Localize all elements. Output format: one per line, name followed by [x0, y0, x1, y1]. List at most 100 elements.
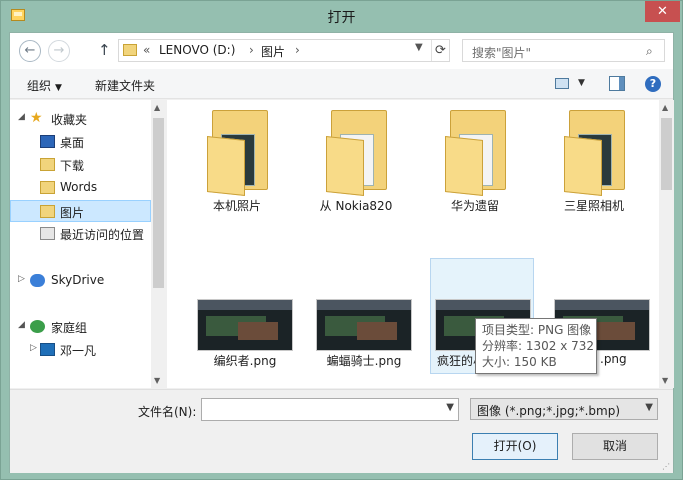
sidebar-label: 桌面: [60, 136, 85, 150]
sidebar-label: 家庭组: [51, 321, 88, 335]
folder-front: [207, 136, 245, 196]
history-dropdown-icon[interactable]: ▼: [415, 42, 423, 53]
dialog-footer: 文件名(N): ▼ 图像 (*.png;*.jpg;*.bmp) ▼ 打开(O)…: [10, 389, 673, 473]
sidebar-label: 图片: [60, 206, 85, 220]
breadcrumb-separator[interactable]: ›: [295, 43, 300, 57]
folder-icon: [40, 205, 55, 218]
folder-label: 三星照相机: [563, 199, 624, 213]
sidebar-item-homegroup[interactable]: ◢ 家庭组: [10, 316, 151, 338]
title-bar: 打开 ✕: [1, 1, 682, 32]
scroll-down-icon[interactable]: ▼: [662, 376, 668, 385]
open-button[interactable]: 打开(O): [472, 433, 558, 460]
sidebar-item-pictures[interactable]: 图片: [10, 200, 151, 222]
scroll-down-icon[interactable]: ▼: [154, 376, 160, 385]
chevron-down-icon: ▼: [55, 83, 62, 93]
search-icon[interactable]: ⌕: [646, 44, 653, 59]
sidebar-label: Words: [60, 180, 98, 194]
homegroup-icon: [30, 320, 45, 333]
overflow-chevron[interactable]: «: [143, 43, 150, 57]
refresh-icon[interactable]: ⟳: [431, 40, 449, 61]
file-info-tooltip: 项目类型: PNG 图像 分辨率: 1302 x 732 大小: 150 KB: [475, 318, 597, 374]
folder-label: 华为遗留: [450, 199, 499, 213]
window-title: 打开: [327, 10, 356, 26]
sidebar-label: 最近访问的位置: [60, 228, 145, 242]
new-folder-button[interactable]: 新建文件夹: [95, 77, 155, 94]
expand-arrow-icon[interactable]: ▷: [30, 343, 37, 353]
breadcrumb-pictures[interactable]: 图片: [261, 43, 285, 60]
organize-menu[interactable]: 组织 ▼: [27, 77, 62, 94]
address-bar[interactable]: « LENOVO (D:) › 图片 › ▼ ⟳: [118, 39, 450, 62]
sidebar-item-user[interactable]: ▷ 邓一凡: [10, 339, 151, 361]
resize-grip-icon[interactable]: ⋰: [662, 462, 670, 471]
close-button[interactable]: ✕: [645, 1, 680, 22]
recent-places-icon: [40, 227, 55, 240]
sidebar-label: 邓一凡: [60, 344, 97, 358]
desktop-icon: [40, 135, 55, 148]
search-placeholder: 搜索"图片": [472, 46, 532, 60]
navigation-bar: ← → ↑ « LENOVO (D:) › 图片 › ▼ ⟳ 搜索"图片" ⌕: [10, 33, 673, 69]
cancel-button[interactable]: 取消: [572, 433, 658, 460]
folder-front: [326, 136, 364, 196]
sidebar-item-skydrive[interactable]: ▷ SkyDrive: [10, 270, 151, 292]
back-button[interactable]: ←: [19, 40, 41, 62]
tooltip-size: 大小: 150 KB: [482, 355, 557, 369]
forward-button[interactable]: →: [48, 40, 70, 62]
star-icon: ★: [30, 110, 43, 126]
tooltip-type: 项目类型: PNG 图像: [482, 323, 592, 337]
filename-label: 文件名(N):: [138, 405, 197, 419]
image-label: .png: [600, 352, 627, 366]
folder-item[interactable]: 本机照片: [185, 104, 289, 220]
scroll-thumb[interactable]: [153, 118, 164, 288]
image-thumbnail: [197, 299, 293, 351]
folder-front: [445, 136, 483, 196]
image-label: 编织者.png: [213, 354, 277, 368]
view-options-dropdown-icon[interactable]: ▼: [578, 78, 585, 88]
filename-input[interactable]: ▼: [201, 398, 459, 421]
sidebar-item-favorites[interactable]: ◢ ★ 收藏夹: [10, 108, 151, 130]
image-item[interactable]: 编织者.png: [193, 259, 297, 375]
downloads-icon: [40, 158, 55, 171]
change-view-icon[interactable]: [555, 78, 569, 89]
file-list-scrollbar[interactable]: ▲ ▼: [659, 100, 674, 388]
cloud-icon: [30, 274, 45, 287]
scroll-up-icon[interactable]: ▲: [154, 103, 160, 112]
up-button[interactable]: ↑: [98, 41, 111, 59]
file-type-value: 图像 (*.png;*.jpg;*.bmp): [477, 404, 621, 418]
sidebar-label: 收藏夹: [51, 113, 88, 127]
sidebar-scrollbar[interactable]: ▲ ▼: [151, 100, 166, 388]
breadcrumb-separator[interactable]: ›: [249, 43, 254, 57]
expand-arrow-icon[interactable]: ▷: [18, 274, 25, 284]
folder-front: [564, 136, 602, 196]
user-icon: [40, 343, 55, 356]
folder-icon: [123, 44, 137, 56]
command-toolbar: 组织 ▼ 新建文件夹 ▼ ?: [10, 69, 673, 99]
dialog-client: ← → ↑ « LENOVO (D:) › 图片 › ▼ ⟳ 搜索"图片" ⌕ …: [9, 32, 674, 473]
sidebar-item-downloads[interactable]: 下载: [10, 154, 151, 176]
tooltip-resolution: 分辨率: 1302 x 732: [482, 339, 595, 353]
sidebar-label: 下载: [60, 159, 85, 173]
image-item[interactable]: 蝙蝠骑士.png: [312, 259, 416, 375]
scroll-up-icon[interactable]: ▲: [662, 103, 668, 112]
breadcrumb-drive[interactable]: LENOVO (D:): [159, 43, 235, 57]
chevron-down-icon[interactable]: ▼: [446, 402, 454, 413]
scroll-thumb[interactable]: [661, 118, 672, 190]
sidebar-item-desktop[interactable]: 桌面: [10, 131, 151, 153]
sidebar-item-recent-places[interactable]: 最近访问的位置: [10, 223, 151, 245]
help-icon[interactable]: ?: [645, 76, 661, 92]
search-input[interactable]: 搜索"图片" ⌕: [462, 39, 665, 62]
expand-arrow-icon[interactable]: ◢: [18, 112, 25, 122]
preview-pane-icon[interactable]: [609, 76, 625, 91]
expand-arrow-icon[interactable]: ◢: [18, 320, 25, 330]
organize-label: 组织: [27, 79, 52, 93]
folder-item[interactable]: 三星照相机: [542, 104, 646, 220]
chevron-down-icon: ▼: [645, 402, 653, 413]
folder-icon: [40, 181, 55, 194]
open-file-dialog: 打开 ✕ ← → ↑ « LENOVO (D:) › 图片 › ▼ ⟳ 搜索"图…: [0, 0, 683, 480]
file-type-select[interactable]: 图像 (*.png;*.jpg;*.bmp) ▼: [470, 398, 658, 420]
folder-item[interactable]: 华为遗留: [423, 104, 527, 220]
navigation-pane: ◢ ★ 收藏夹 桌面 下载 Words 图片 最近访问的位置 ▷ SkyDriv…: [10, 100, 151, 388]
folder-item[interactable]: 从 Nokia820: [304, 104, 408, 220]
sidebar-item-words[interactable]: Words: [10, 177, 151, 199]
folder-label: 本机照片: [212, 199, 261, 213]
image-label: 蝙蝠骑士.png: [326, 354, 402, 368]
